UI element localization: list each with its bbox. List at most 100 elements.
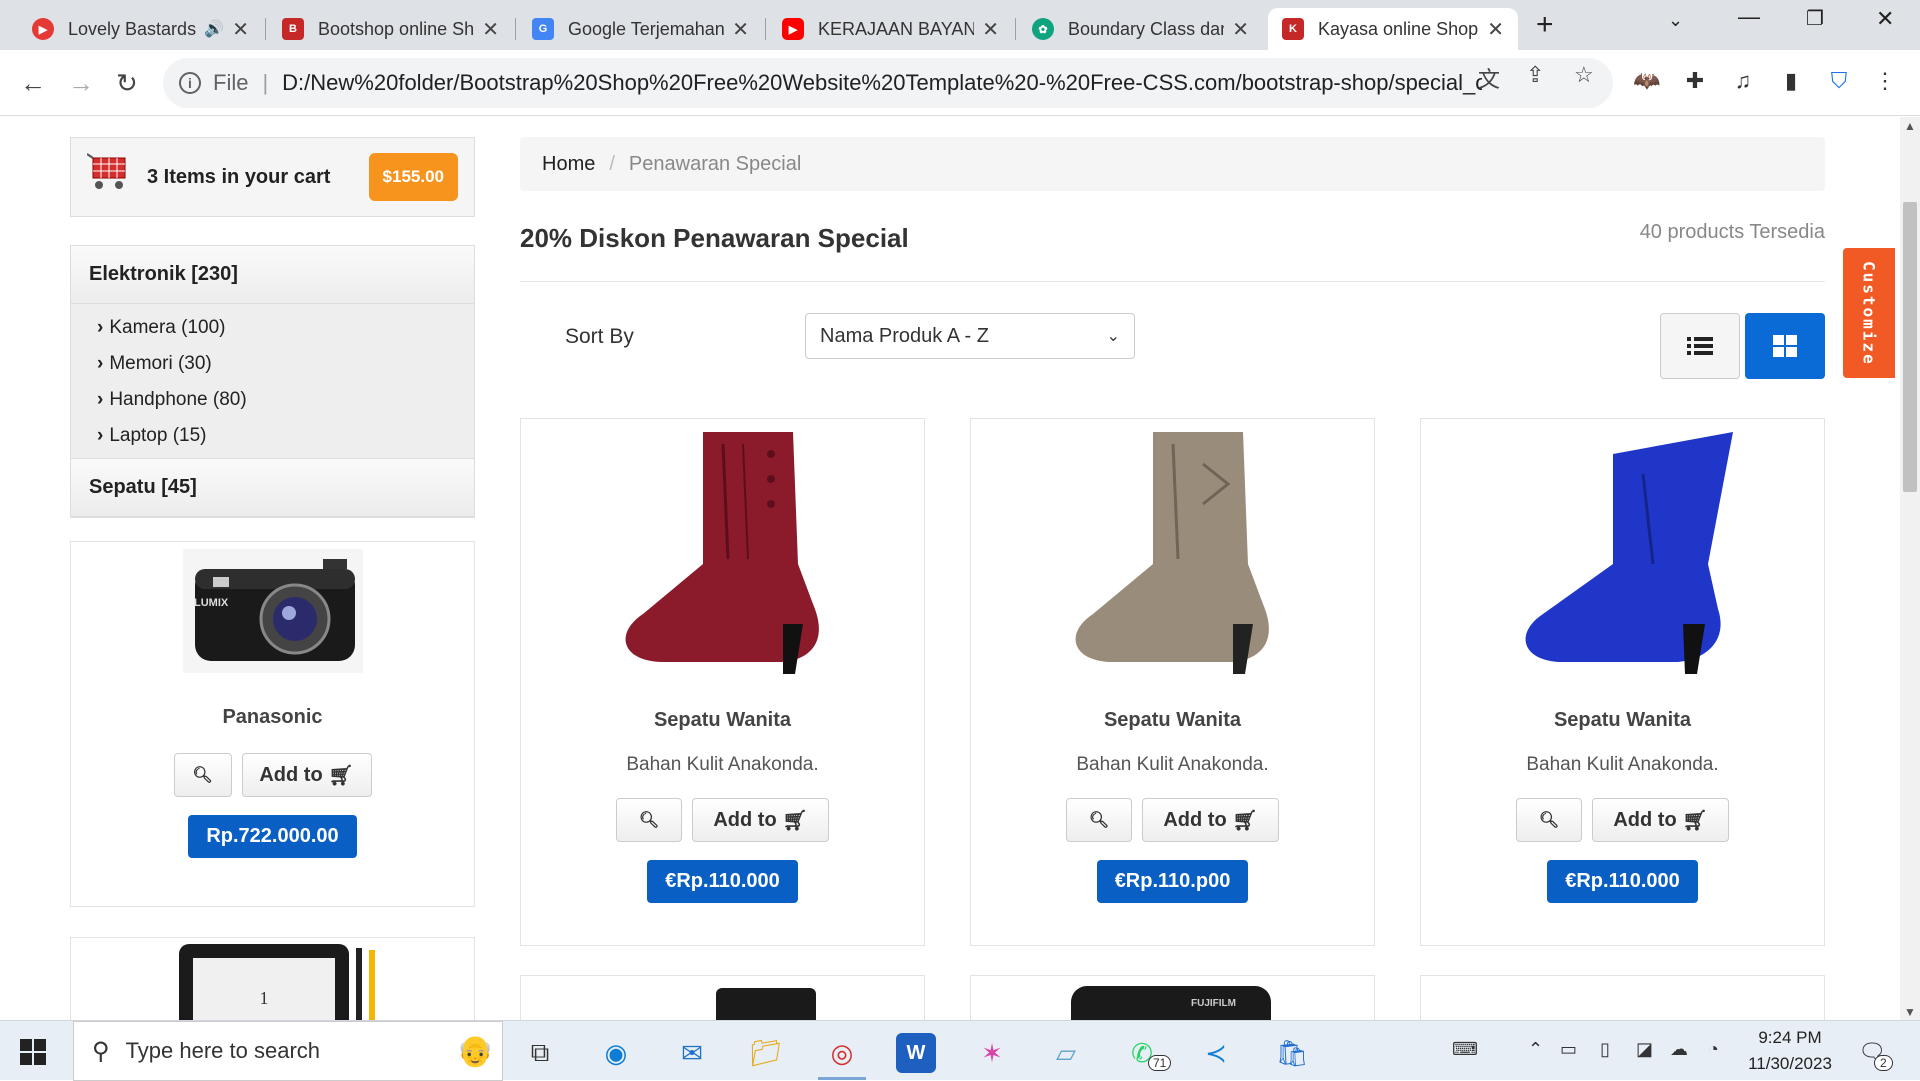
sort-select[interactable]: Nama Produk A - Z ⌄ [805, 313, 1135, 359]
bitwarden-shield-icon[interactable]: ⛉ [1824, 66, 1854, 96]
product-name[interactable]: Sepatu Wanita [521, 709, 924, 732]
file-explorer-icon[interactable]: 📁︎ [746, 1033, 786, 1073]
extension-icon[interactable]: 🦇 [1632, 66, 1662, 96]
address-bar[interactable]: i File | D:/New%20folder/Bootstrap%20Sho… [163, 58, 1613, 108]
restore-button[interactable]: ❐ [1806, 6, 1824, 31]
category-menu: Elektronik [230] › Kamera (100) › Memori (… [70, 245, 475, 518]
scrollbar-thumb[interactable] [1903, 202, 1917, 492]
system-clock[interactable]: 9:24 PM 11/30/2023 [1740, 1025, 1840, 1077]
translate-icon[interactable]: 文 [1478, 62, 1500, 94]
windows-start-icon[interactable] [20, 1039, 46, 1070]
cart-total-badge[interactable]: $155.00 [368, 153, 458, 201]
site-info-icon[interactable]: i [179, 72, 201, 94]
bookmark-star-icon[interactable]: ☆ [1574, 62, 1594, 88]
zoom-button[interactable]: 🔍︎ [1516, 798, 1582, 842]
mail-icon[interactable]: ✉ [672, 1033, 712, 1073]
camera-image[interactable] [71, 546, 474, 676]
tab-kerajaan-bayangan[interactable]: ▶ KERAJAAN BAYANGAN ✕ [768, 8, 1013, 50]
product-description: Bahan Kulit Anakonda. [626, 754, 819, 775]
category-elektronik[interactable]: Elektronik [230] [71, 246, 474, 304]
close-tab-icon[interactable]: ✕ [982, 17, 999, 42]
boot-image[interactable] [521, 419, 924, 679]
zoom-button[interactable]: 🔍︎ [173, 753, 232, 797]
add-to-cart-button[interactable]: Add to 🛒︎ [692, 798, 829, 842]
wifi-icon[interactable]: ◔ [1708, 1039, 1719, 1060]
ereader-page-number: 1 [193, 958, 335, 1020]
star-app-icon[interactable]: ✶ [972, 1033, 1012, 1073]
camera-image[interactable]: FUJIFILM [1071, 986, 1271, 1020]
product-price-button[interactable]: €Rp.110.000 [1547, 860, 1698, 903]
tab-boundary-class[interactable]: ✿ Boundary Class dan ✕ [1018, 8, 1263, 50]
edge-browser-icon[interactable]: ◉ [596, 1033, 636, 1073]
browser-menu-icon[interactable]: ⋮ [1870, 66, 1900, 96]
speaker-icon[interactable]: 🔊 [204, 19, 224, 39]
close-tab-icon[interactable]: ✕ [482, 17, 499, 42]
keyboard-icon[interactable]: ⌨ [1452, 1039, 1478, 1060]
grid-view-button[interactable] [1745, 313, 1825, 379]
ereader-image[interactable]: 1 [179, 944, 349, 1020]
minimize-button[interactable]: — [1738, 4, 1760, 30]
tab-search-icon[interactable]: ⌄ [1668, 10, 1683, 31]
grid-icon [1773, 335, 1797, 357]
url-text[interactable]: D:/New%20folder/Bootstrap%20Shop%20Free%… [282, 70, 1482, 96]
product-price-button[interactable]: €Rp.110.p00 [1096, 860, 1249, 903]
close-tab-icon[interactable]: ✕ [732, 17, 749, 42]
cart-icon: 🛒︎ [1232, 809, 1258, 832]
chatgpt-icon: ✿ [1032, 18, 1054, 40]
tab-kayasa-active[interactable]: K Kayasa online Shopping ✕ [1268, 8, 1518, 50]
back-button[interactable]: ← [20, 68, 46, 99]
forward-button[interactable]: → [68, 68, 94, 99]
product-name[interactable]: Sepatu Wanita [1421, 709, 1824, 732]
notepad-icon[interactable]: ▱ [1046, 1033, 1086, 1073]
product-price-button[interactable]: €Rp.110.000 [647, 860, 798, 903]
close-tab-icon[interactable]: ✕ [232, 17, 249, 42]
zoom-button[interactable]: 🔍︎ [616, 798, 682, 842]
reload-button[interactable]: ↻ [116, 68, 138, 99]
tab-google-translate[interactable]: G Google Terjemahan ✕ [518, 8, 763, 50]
close-window-button[interactable]: ✕ [1876, 6, 1894, 32]
scroll-up-icon[interactable]: ▲ [1904, 119, 1916, 133]
network-icon[interactable]: ☁ [1670, 1039, 1688, 1060]
word-icon[interactable]: W [896, 1033, 936, 1073]
page-scrollbar[interactable]: ▲ ▼ [1900, 117, 1920, 1020]
show-hidden-icons[interactable]: ⌃ [1528, 1039, 1543, 1060]
tab-bootshop[interactable]: B Bootshop online Shopping ✕ [268, 8, 513, 50]
add-to-cart-button[interactable]: Add to 🛒︎ [1592, 798, 1729, 842]
battery-icon[interactable]: ▭ [1560, 1039, 1577, 1060]
close-tab-icon[interactable]: ✕ [1232, 17, 1249, 42]
subcategory-laptop[interactable]: › Laptop (15) [71, 418, 474, 454]
display-icon[interactable]: ◪ [1636, 1039, 1653, 1060]
category-sepatu[interactable]: Sepatu [45] [71, 458, 474, 517]
task-view-icon[interactable]: ⧉ [520, 1033, 560, 1073]
boot-image[interactable] [716, 988, 816, 1020]
product-name[interactable]: Sepatu Wanita [971, 709, 1374, 732]
zoom-button[interactable]: 🔍︎ [1066, 798, 1132, 842]
vscode-icon[interactable]: ≺ [1196, 1033, 1236, 1073]
clock-time: 9:24 PM [1758, 1028, 1822, 1047]
chrome-icon[interactable]: ◎ [822, 1033, 862, 1073]
scroll-down-icon[interactable]: ▼ [1904, 1005, 1916, 1019]
store-icon[interactable]: 🛍︎ [1272, 1033, 1312, 1073]
tab-lovely-bastards[interactable]: ▶ Lovely Bastards 🔊 ✕ [18, 8, 263, 50]
taskbar-search-box[interactable]: ⚲ Type here to search 👴 [73, 1021, 503, 1081]
customize-button[interactable]: Customize [1843, 248, 1895, 378]
subcategory-handphone[interactable]: › Handphone (80) [71, 382, 474, 418]
extensions-puzzle-icon[interactable]: ✚ [1680, 66, 1710, 96]
list-view-button[interactable] [1660, 313, 1740, 379]
new-tab-button[interactable]: + [1536, 8, 1554, 42]
boot-image[interactable] [1421, 419, 1824, 679]
add-to-cart-button[interactable]: Add to 🛒︎ [1142, 798, 1279, 842]
side-panel-icon[interactable]: ▮ [1776, 66, 1806, 96]
featured-price-button[interactable]: Rp.722.000.00 [188, 815, 357, 858]
media-control-icon[interactable]: ♫ [1728, 66, 1758, 96]
boot-image[interactable] [971, 419, 1374, 679]
add-to-cart-button[interactable]: Add to 🛒︎ [241, 753, 372, 797]
subcategory-kamera[interactable]: › Kamera (100) [71, 310, 474, 346]
cart-summary[interactable]: 3 Items in your cart $155.00 [70, 137, 475, 217]
breadcrumb-home-link[interactable]: Home [542, 153, 595, 176]
close-tab-icon[interactable]: ✕ [1487, 17, 1504, 42]
share-icon[interactable]: ⇪ [1526, 62, 1544, 88]
device-icon[interactable]: ▯ [1600, 1039, 1610, 1060]
subcategory-memori[interactable]: › Memori (30) [71, 346, 474, 382]
product-description: Bahan Kulit Anakonda. [1526, 754, 1719, 775]
